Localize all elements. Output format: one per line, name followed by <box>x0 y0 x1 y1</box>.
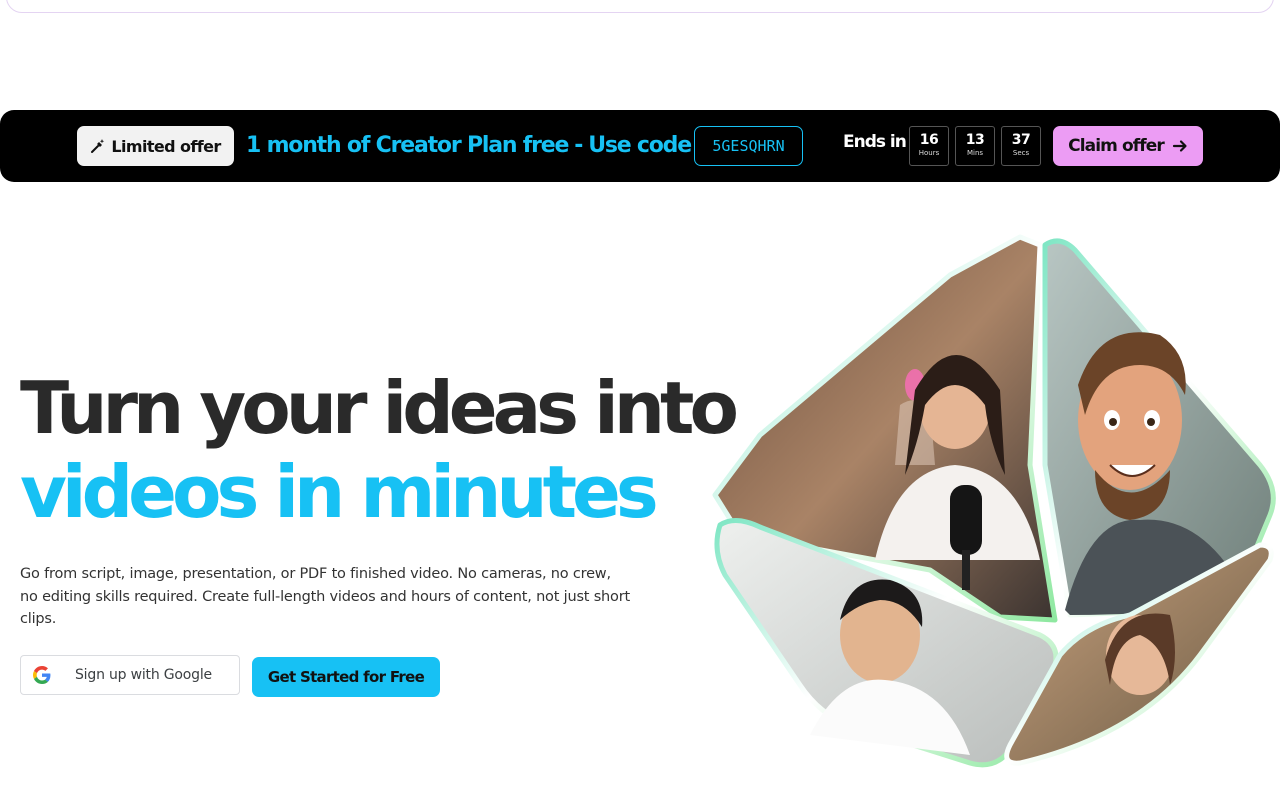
google-signup-button[interactable]: Sign up with Google <box>20 655 240 695</box>
countdown-mins: 13 Mins <box>955 126 995 166</box>
hero-subtitle: Go from script, image, presentation, or … <box>20 566 630 627</box>
promo-headline: 1 month of Creator Plan free - Use code <box>246 128 692 164</box>
countdown-secs-value: 37 <box>1011 132 1031 148</box>
countdown-secs: 37 Secs <box>1001 126 1041 166</box>
top-nav-edge <box>6 0 1274 13</box>
claim-offer-label: Claim offer <box>1068 136 1165 156</box>
countdown-mins-value: 13 <box>965 132 985 148</box>
promo-code-chip[interactable]: 5GESQHRN <box>694 126 803 166</box>
countdown-secs-unit: Secs <box>1012 149 1030 157</box>
promo-offer-text: 1 month of Creator Plan free <box>246 133 569 158</box>
sparkle-pen-icon <box>91 139 105 153</box>
ends-in-label: Ends in <box>843 132 907 152</box>
use-code-label: Use code <box>588 133 692 158</box>
promo-separator: - <box>574 133 583 158</box>
countdown-mins-unit: Mins <box>966 149 984 157</box>
get-started-button[interactable]: Get Started for Free <box>252 657 440 697</box>
microphone-icon <box>950 485 982 555</box>
claim-offer-button[interactable]: Claim offer <box>1053 126 1203 166</box>
google-signup-label: Sign up with Google <box>75 667 212 683</box>
hero-title: Turn your ideas into videos in minutes <box>20 366 739 534</box>
countdown-hours-unit: Hours <box>918 149 940 157</box>
hero-title-line2: videos in minutes <box>20 450 659 534</box>
limited-offer-label: Limited offer <box>111 136 221 156</box>
arrow-right-icon <box>1172 140 1187 152</box>
promo-banner: Limited offer 1 month of Creator Plan fr… <box>0 110 1280 182</box>
countdown-hours-value: 16 <box>919 132 939 148</box>
hero-title-line1: Turn your ideas into <box>20 366 739 450</box>
google-logo-icon <box>33 666 51 684</box>
limited-offer-badge: Limited offer <box>77 126 234 166</box>
countdown-hours: 16 Hours <box>909 126 949 166</box>
hero-video-avatars-visual <box>712 234 1276 768</box>
